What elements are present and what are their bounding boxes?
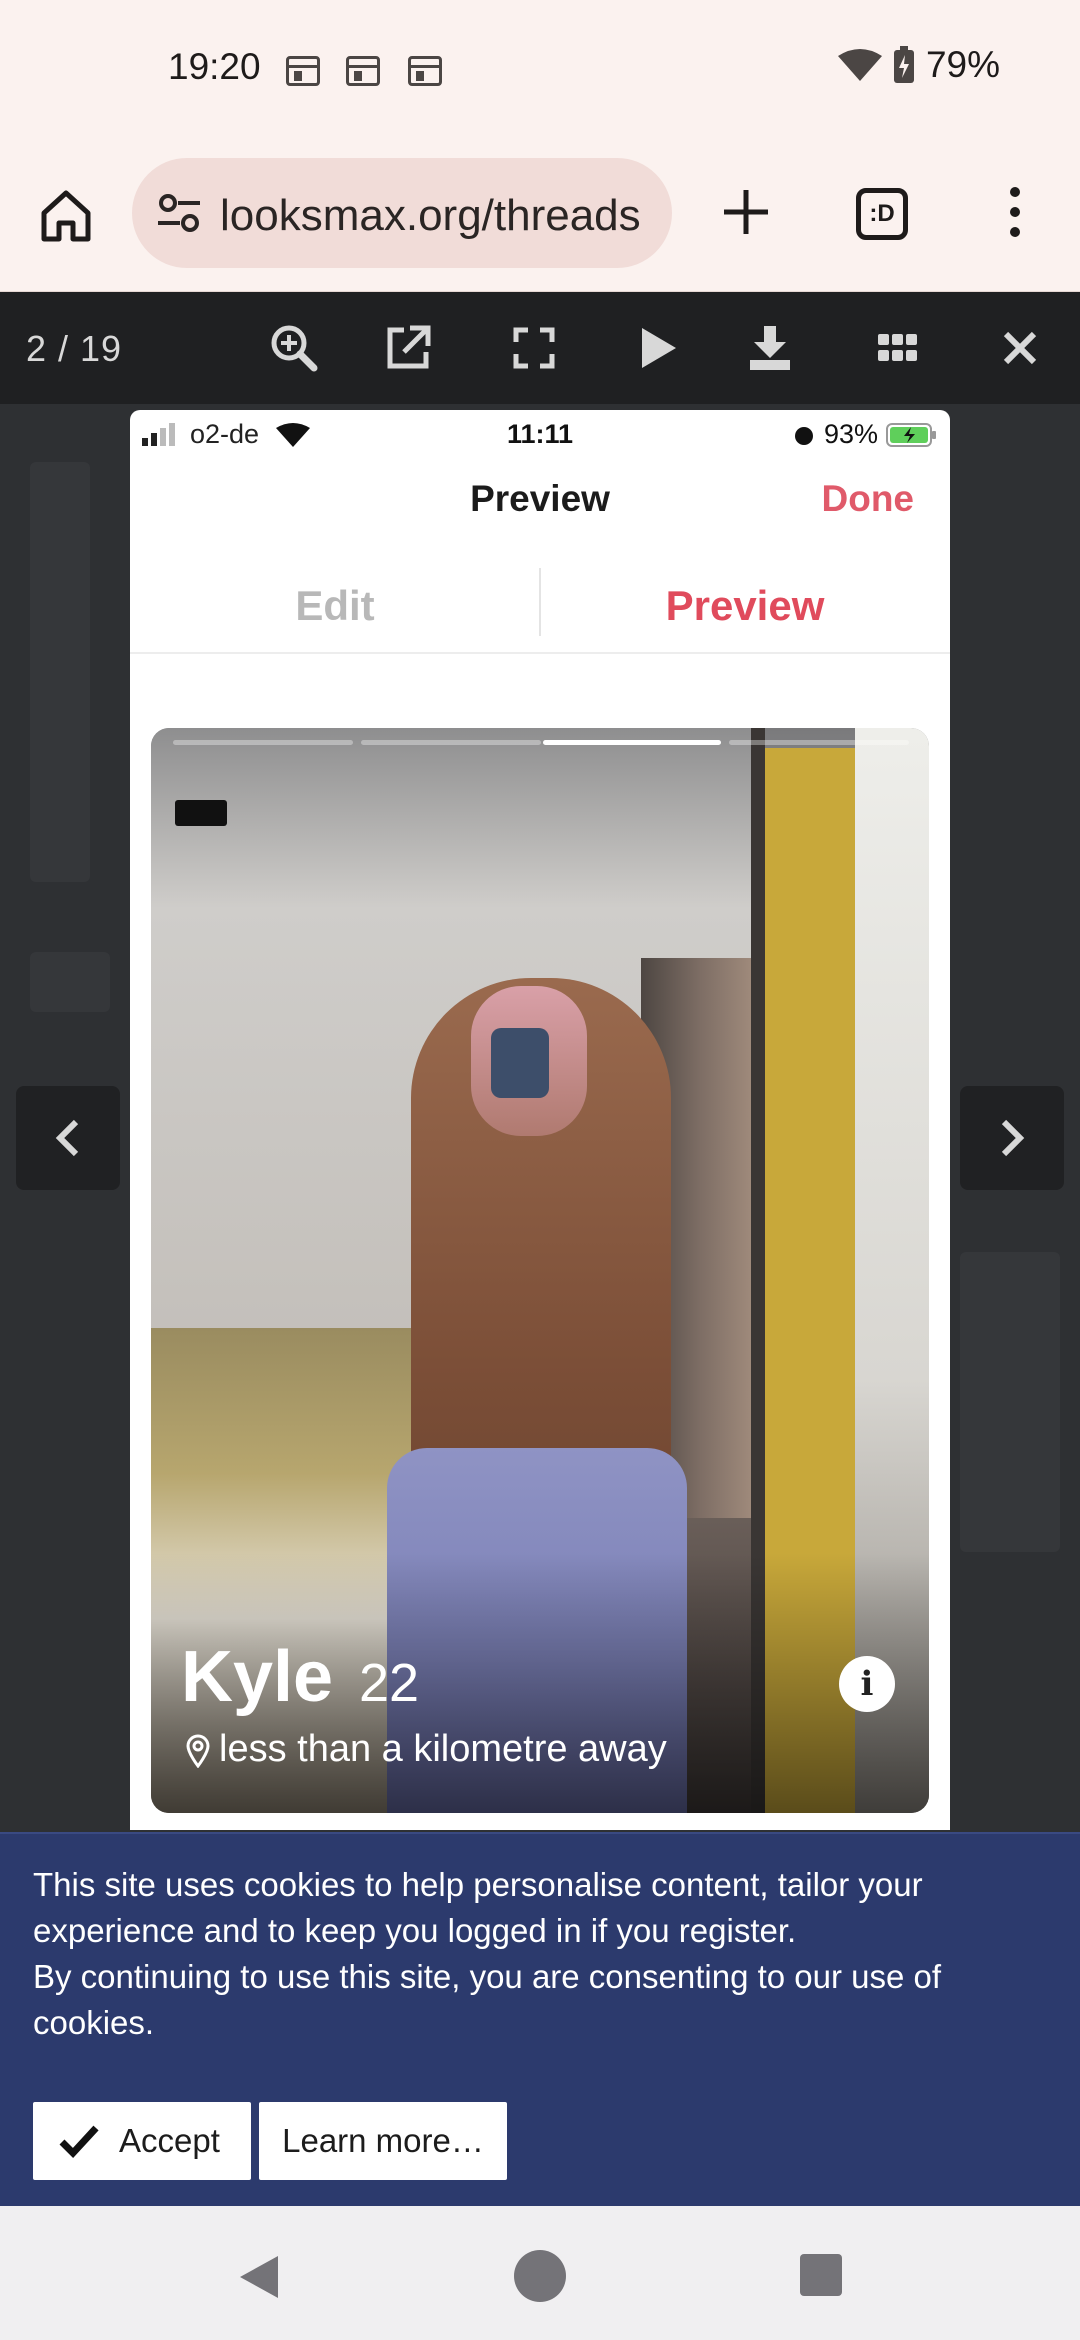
previous-image-button[interactable] [16,1086,120,1190]
status-bar: 19:20 79% [0,0,1080,140]
tab-switcher-icon[interactable]: :D [856,188,908,240]
photo-progress-segment-active [543,740,721,745]
play-icon[interactable] [628,320,684,376]
profile-distance: less than a kilometre away [219,1728,667,1770]
photo-progress-segment [173,740,353,745]
lightbox-toolbar: 2 / 19 [0,292,1080,404]
battery-charging-icon [893,46,914,83]
home-nav-icon[interactable] [514,2250,566,2302]
image-counter: 2 / 19 [26,328,123,369]
cookie-notice-text: This site uses cookies to help personali… [33,1862,1033,2046]
download-icon[interactable] [742,320,798,376]
url-text[interactable]: looksmax.org/threads [220,191,641,241]
cookie-banner: This site uses cookies to help personali… [0,1832,1080,2206]
alarm-icon [795,427,813,445]
chevron-left-icon [55,1119,79,1157]
learn-more-button[interactable]: Learn more… [259,2102,507,2180]
site-settings-icon[interactable] [156,191,202,235]
checkmark-icon [59,2125,99,2159]
lightbox-image: o2-de 11:11 93% Preview Done Edit Previe… [130,410,950,1830]
screenshot-status-bar: o2-de 11:11 93% [130,410,950,458]
battery-percentage: 79% [925,44,1000,85]
tab-preview: Preview [665,582,825,629]
screenshot-battery: 93% [824,419,879,449]
info-icon: i [839,1656,895,1712]
chevron-right-icon [1001,1119,1025,1157]
background-content [30,952,110,1012]
browser-toolbar: looksmax.org/threads :D [0,140,1080,292]
status-right-cluster: 79% [837,44,1000,86]
overflow-menu-icon[interactable] [1000,182,1030,242]
wifi-icon [837,49,882,81]
next-image-button[interactable] [960,1086,1064,1190]
background-content [30,462,90,882]
calendar-notification-icon [346,56,380,86]
photo-progress-segment [361,740,541,745]
tab-edit: Edit [295,582,375,629]
back-icon[interactable] [234,2252,284,2302]
recents-icon[interactable] [800,2254,842,2296]
status-time: 19:20 [168,46,261,87]
profile-card: Kyle 22 less than a kilometre away i [151,728,929,1813]
calendar-notification-icon [286,56,320,86]
open-external-icon[interactable] [380,320,436,376]
zoom-in-icon[interactable] [266,320,322,376]
background-content [960,1252,1060,1552]
new-tab-icon[interactable] [716,182,776,242]
photo-progress-segment [729,740,909,745]
fullscreen-icon[interactable] [506,320,562,376]
accept-cookies-button[interactable]: Accept [33,2102,251,2180]
battery-charging-icon [886,423,936,447]
address-bar[interactable]: looksmax.org/threads [132,158,672,268]
system-nav-bar [0,2206,1080,2340]
cookie-notice-line: This site uses cookies to help personali… [33,1866,923,1949]
edit-preview-tabs: Edit Preview [130,558,950,654]
thumbnails-icon[interactable] [870,320,926,376]
location-pin-icon [186,1734,210,1768]
profile-age: 22 [359,1653,420,1713]
calendar-notification-icon [408,56,442,86]
cookie-notice-line: By continuing to use this site, you are … [33,1958,942,2041]
home-icon[interactable] [36,185,96,245]
accept-label: Accept [119,2122,220,2159]
done-button: Done [821,478,915,519]
profile-name: Kyle [181,1637,334,1717]
close-icon[interactable] [992,320,1048,376]
